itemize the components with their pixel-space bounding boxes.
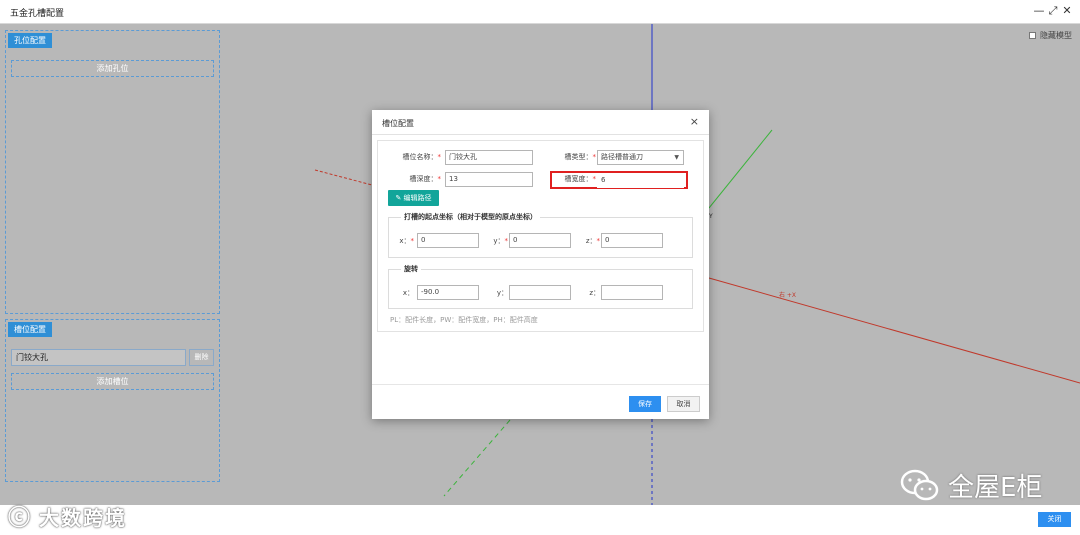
slot-name-input[interactable]: 门铰大孔	[445, 150, 533, 165]
slot-config-tab[interactable]: 槽位配置	[8, 322, 52, 337]
watermark-left-text: 大数跨境	[39, 505, 128, 530]
dialog-title: 槽位配置	[382, 119, 414, 128]
dialog-divider	[372, 134, 709, 135]
start-z-label: z：*	[585, 237, 600, 245]
wechat-icon	[900, 469, 939, 500]
x-axis-dashed	[314, 169, 373, 186]
dialog-footer-divider	[372, 384, 709, 385]
watermark-right: 全屋E柜	[900, 467, 1042, 504]
watermark-logo-icon: ⓒ	[8, 506, 32, 531]
maximize-icon[interactable]: ⤢	[1047, 4, 1059, 18]
rotate-y-input[interactable]	[509, 285, 571, 300]
watermark-right-text: 全屋E柜	[948, 473, 1043, 503]
rotate-z-input[interactable]	[601, 285, 663, 300]
close-icon[interactable]: ✕	[1061, 4, 1073, 18]
start-y-label: y：*	[493, 237, 508, 245]
close-button[interactable]: 关闭	[1038, 512, 1071, 527]
y-axis-line	[708, 129, 773, 209]
hide-model-checkbox[interactable]	[1029, 32, 1036, 39]
start-coordinate-legend: 打槽的起点坐标（相对于模型的原点坐标）	[401, 212, 540, 222]
hide-model-toggle[interactable]: 隐藏模型	[1029, 30, 1072, 41]
x-axis-line	[708, 277, 1080, 384]
edit-path-button[interactable]: ✎ 编辑路径	[388, 190, 439, 206]
rotation-legend: 旋转	[401, 264, 421, 274]
rotate-y-label: y：	[496, 289, 508, 297]
slot-width-label: 槽宽度：*	[564, 175, 597, 183]
cancel-button[interactable]: 取消	[667, 396, 700, 412]
slot-type-label: 槽类型：*	[564, 153, 597, 161]
start-x-input[interactable]: 0	[417, 233, 479, 248]
start-z-input[interactable]: 0	[601, 233, 663, 248]
hole-config-tab[interactable]: 孔位配置	[8, 33, 52, 48]
window-titlebar: 五金孔槽配置 — ⤢ ✕	[0, 0, 1080, 24]
dialog-form: 槽位名称：* 门铰大孔 槽类型：* 路径槽普通刀 ▼ 槽深度：* 13 槽宽度：…	[377, 140, 704, 332]
rotate-x-input[interactable]: -90.0	[417, 285, 479, 300]
slot-type-value: 路径槽普通刀	[601, 153, 643, 161]
window-title: 五金孔槽配置	[10, 9, 65, 19]
start-coordinate-group: 打槽的起点坐标（相对于模型的原点坐标） x：* 0 y：* 0 z：* 0	[388, 212, 693, 258]
slot-item-name[interactable]: 门铰大孔	[11, 349, 186, 366]
slot-name-label: 槽位名称：*	[402, 153, 442, 161]
slot-config-dialog: 槽位配置 × 槽位名称：* 门铰大孔 槽类型：* 路径槽普通刀 ▼ 槽深度：* …	[372, 110, 709, 419]
hole-config-panel: 孔位配置 添加孔位	[5, 30, 220, 314]
minimize-icon[interactable]: —	[1033, 4, 1045, 18]
slot-depth-input[interactable]: 13	[445, 172, 533, 187]
dimension-note: PL：配件长度，PW：配件宽度，PH：配件高度	[390, 316, 538, 324]
delete-slot-button[interactable]: 删除	[189, 349, 214, 366]
save-button[interactable]: 保存	[629, 396, 661, 412]
slot-type-select[interactable]: 路径槽普通刀 ▼	[597, 150, 684, 165]
y-axis-dashed	[443, 419, 511, 497]
footer-bar	[0, 505, 1080, 535]
chevron-down-icon: ▼	[674, 154, 679, 161]
rotate-x-label: x：	[402, 289, 414, 297]
slot-depth-label: 槽深度：*	[409, 175, 442, 183]
rotate-z-label: z：	[589, 289, 600, 297]
hide-model-label: 隐藏模型	[1040, 31, 1072, 40]
edit-path-label: 编辑路径	[403, 194, 432, 202]
add-hole-button[interactable]: 添加孔位	[11, 60, 214, 77]
start-y-input[interactable]: 0	[509, 233, 571, 248]
slot-config-panel: 槽位配置 门铰大孔 删除 添加槽位	[5, 319, 220, 482]
slot-width-input[interactable]: 6	[597, 173, 684, 188]
watermark-left: ⓒ 大数跨境	[8, 500, 127, 532]
start-x-label: x：*	[399, 237, 414, 245]
dialog-close-icon[interactable]: ×	[690, 115, 699, 128]
add-slot-button[interactable]: 添加槽位	[11, 373, 214, 390]
pencil-icon: ✎	[395, 194, 402, 202]
rotation-group: 旋转 x： -90.0 y： z：	[388, 264, 693, 309]
x-axis-label: 右 +X	[779, 291, 796, 299]
